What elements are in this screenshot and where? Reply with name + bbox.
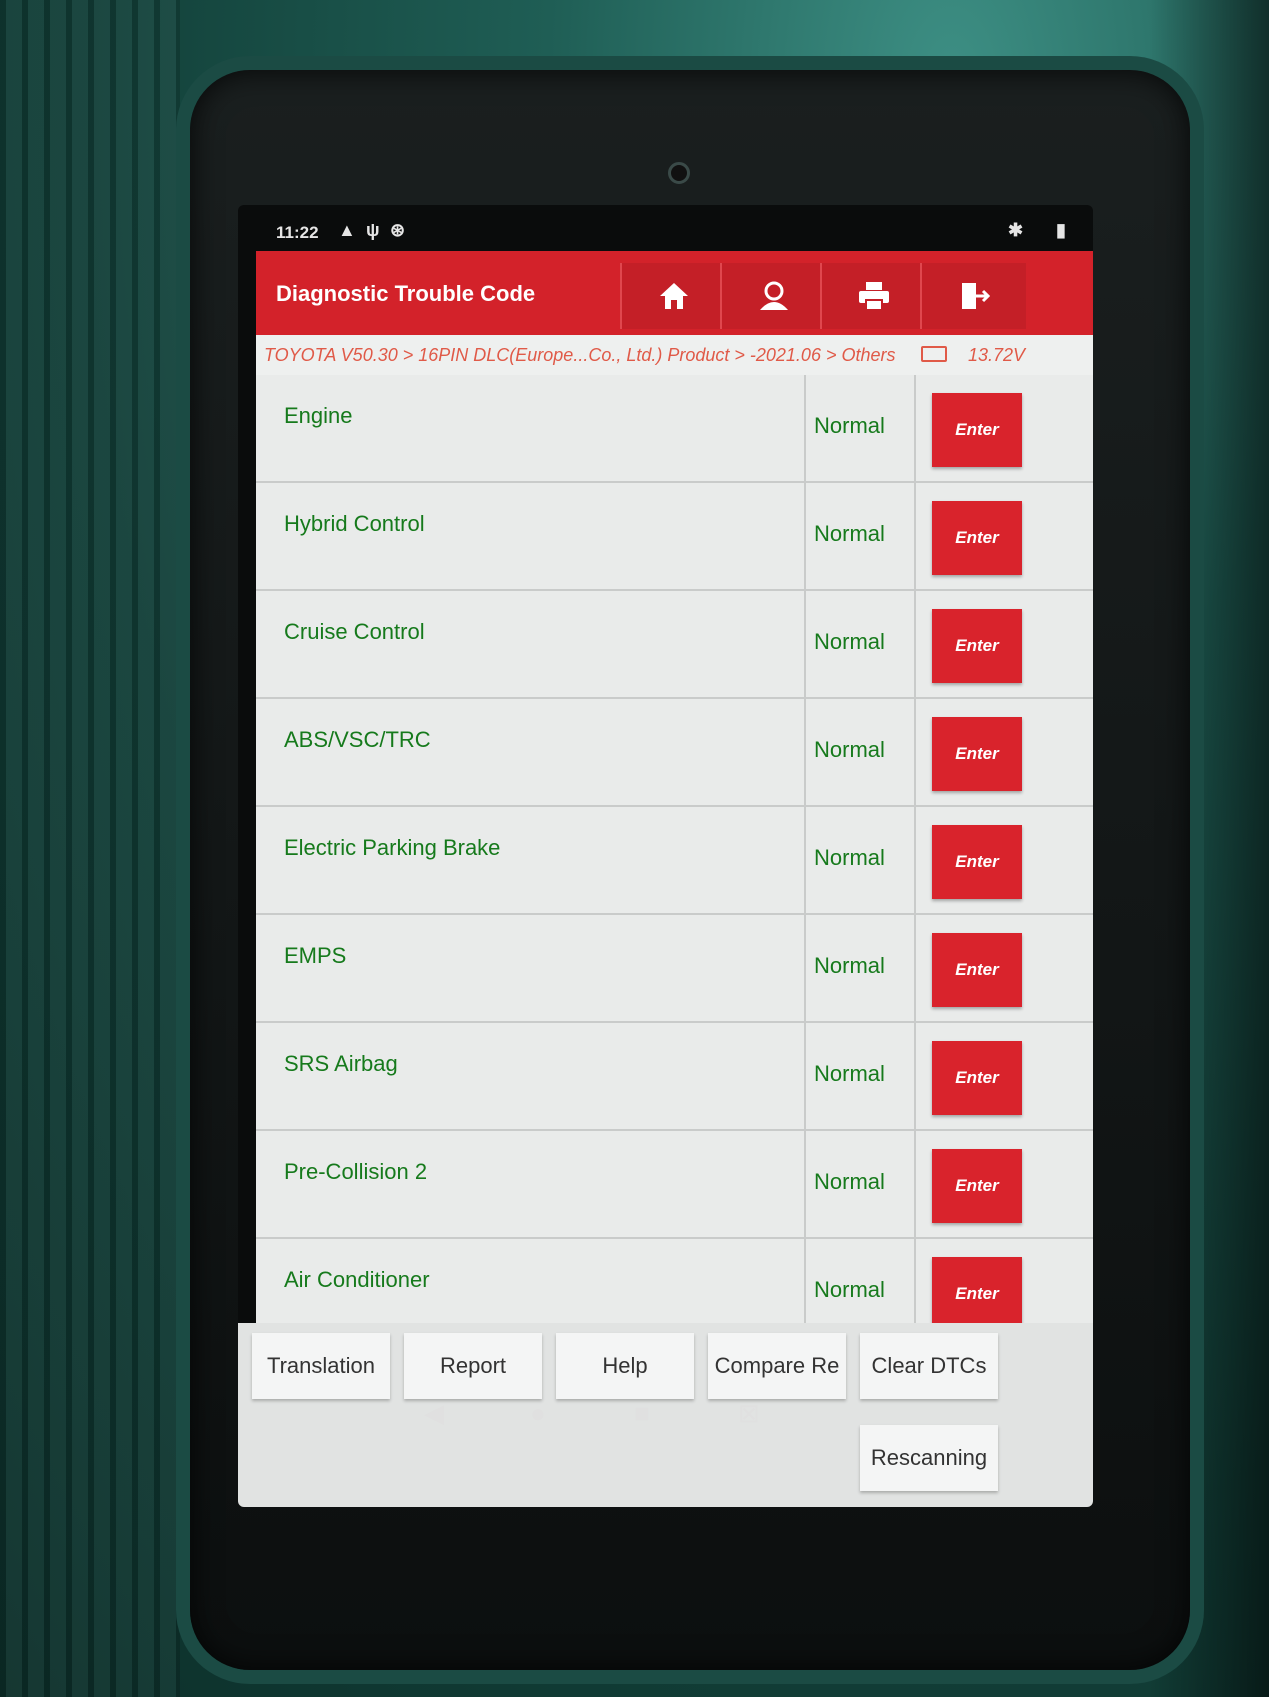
battery-icon: ▮ [1056, 220, 1066, 240]
action-bar: Translation Report Help Compare Re Clear… [238, 1323, 1093, 1507]
enter-button[interactable]: Enter [932, 1149, 1022, 1223]
user-icon [760, 281, 788, 310]
clear-dtcs-button[interactable]: Clear DTCs [860, 1333, 998, 1399]
home-nav-icon[interactable]: ● [530, 1398, 546, 1429]
enter-button[interactable]: Enter [932, 1257, 1022, 1331]
system-name: Pre-Collision 2 [284, 1159, 428, 1184]
warning-icon: ▲ [338, 220, 356, 240]
list-item: EMPS Normal Enter [256, 915, 1093, 1023]
system-name: Engine [284, 403, 353, 428]
list-item: ABS/VSC/TRC Normal Enter [256, 699, 1093, 807]
screenshot-icon[interactable]: ⊠ [738, 1398, 760, 1429]
app-header: Diagnostic Trouble Code [256, 251, 1093, 335]
page-title: Diagnostic Trouble Code [276, 281, 536, 306]
status-cell: Normal [804, 807, 916, 913]
back-icon[interactable]: ◀ [424, 1398, 444, 1429]
status-cell: Normal [804, 483, 916, 589]
list-item: Electric Parking Brake Normal Enter [256, 807, 1093, 915]
status-cell: Normal [804, 699, 916, 805]
system-name: Hybrid Control [284, 511, 425, 536]
enter-button[interactable]: Enter [932, 501, 1022, 575]
battery-voltage: 13.72V [968, 345, 1026, 365]
list-item: Cruise Control Normal Enter [256, 591, 1093, 699]
android-status-bar: 11:22 ▲ ψ ⊛ ✱ ▮ [238, 205, 1093, 251]
car-battery-icon [921, 346, 947, 362]
enter-button[interactable]: Enter [932, 393, 1022, 467]
recents-icon[interactable]: ■ [634, 1398, 650, 1429]
system-name: Air Conditioner [284, 1267, 430, 1292]
exit-icon [962, 283, 990, 309]
usb-icon: ψ [366, 220, 380, 240]
list-item: Hybrid Control Normal Enter [256, 483, 1093, 591]
enter-button[interactable]: Enter [932, 1041, 1022, 1115]
breadcrumb: TOYOTA V50.30 > 16PIN DLC(Europe...Co., … [256, 335, 1093, 375]
system-name: EMPS [284, 943, 347, 968]
print-button[interactable] [820, 263, 926, 329]
status-cell: Normal [804, 915, 916, 1021]
status-time: 11:22 [276, 223, 319, 242]
home-button[interactable] [620, 263, 726, 329]
system-status: Normal [814, 521, 885, 546]
system-name: Electric Parking Brake [284, 835, 501, 860]
camera-icon [668, 162, 690, 184]
system-status: Normal [814, 1169, 885, 1194]
compare-report-button[interactable]: Compare Re [708, 1333, 846, 1399]
status-cell: Normal [804, 591, 916, 697]
settings-icon: ⊛ [390, 220, 406, 240]
system-status: Normal [814, 953, 885, 978]
system-status: Normal [814, 629, 885, 654]
system-status: Normal [814, 845, 885, 870]
system-status: Normal [814, 1277, 885, 1302]
status-cell: Normal [804, 1131, 916, 1237]
home-icon [660, 283, 688, 309]
system-name: SRS Airbag [284, 1051, 398, 1076]
status-cell: Normal [804, 1023, 916, 1129]
report-button[interactable]: Report [404, 1333, 542, 1399]
system-name: Cruise Control [284, 619, 425, 644]
status-cell: Normal [804, 375, 916, 481]
list-item: Engine Normal Enter [256, 375, 1093, 483]
list-item: SRS Airbag Normal Enter [256, 1023, 1093, 1131]
bluetooth-icon: ✱ [1008, 220, 1024, 240]
system-name: ABS/VSC/TRC [284, 727, 431, 752]
enter-button[interactable]: Enter [932, 933, 1022, 1007]
enter-button[interactable]: Enter [932, 717, 1022, 791]
help-button[interactable]: Help [556, 1333, 694, 1399]
enter-button[interactable]: Enter [932, 825, 1022, 899]
system-status: Normal [814, 413, 885, 438]
print-icon [859, 282, 889, 311]
user-button[interactable] [720, 263, 826, 329]
exit-button[interactable] [920, 263, 1026, 329]
system-status: Normal [814, 737, 885, 762]
enter-button[interactable]: Enter [932, 609, 1022, 683]
translation-button[interactable]: Translation [252, 1333, 390, 1399]
tablet-screen: 11:22 ▲ ψ ⊛ ✱ ▮ Diagnostic Trouble Code … [238, 205, 1093, 1507]
breadcrumb-path: TOYOTA V50.30 > 16PIN DLC(Europe...Co., … [264, 345, 896, 365]
list-item: Pre-Collision 2 Normal Enter [256, 1131, 1093, 1239]
rescanning-button[interactable]: Rescanning [860, 1425, 998, 1491]
system-list: Engine Normal Enter Hybrid Control Norma… [256, 375, 1093, 1351]
system-status: Normal [814, 1061, 885, 1086]
